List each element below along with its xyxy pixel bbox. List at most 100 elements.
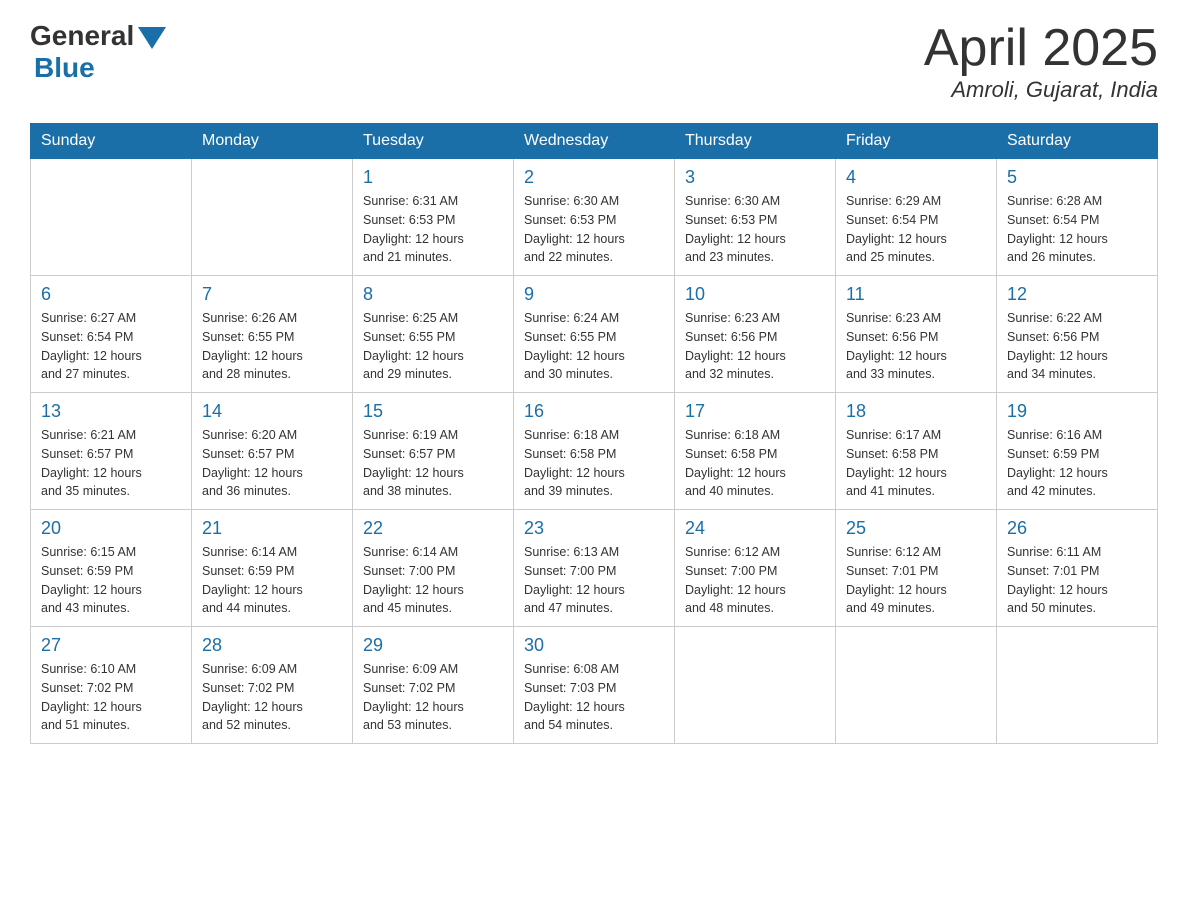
logo-blue-text: Blue: [34, 52, 95, 84]
day-number: 24: [685, 518, 825, 539]
calendar-cell: 16 Sunrise: 6:18 AMSunset: 6:58 PMDayligh…: [514, 393, 675, 510]
calendar-cell: [31, 159, 192, 276]
title-section: April 2025 Amroli, Gujarat, India: [924, 20, 1158, 103]
week-row-2: 6Sunrise: 6:27 AMSunset: 6:54 PMDaylight…: [31, 276, 1158, 393]
calendar-cell: 9 Sunrise: 6:24 AMSunset: 6:55 PMDaylight…: [514, 276, 675, 393]
day-number: 30: [524, 635, 664, 656]
day-info: Sunrise: 6:25 AMSunset: 6:55 PMDaylight:…: [363, 309, 503, 384]
calendar-cell: 18 Sunrise: 6:17 AMSunset: 6:58 PMDayligh…: [836, 393, 997, 510]
day-info: Sunrise: 6:18 AMSunset: 6:58 PMDaylight:…: [524, 426, 664, 501]
day-number: 10: [685, 284, 825, 305]
page-header: General Blue April 2025 Amroli, Gujarat,…: [30, 20, 1158, 103]
calendar-cell: 6Sunrise: 6:27 AMSunset: 6:54 PMDaylight…: [31, 276, 192, 393]
calendar-cell: [192, 159, 353, 276]
calendar-cell: [675, 627, 836, 744]
day-info: Sunrise: 6:28 AMSunset: 6:54 PMDaylight:…: [1007, 192, 1147, 267]
day-header-sunday: Sunday: [31, 124, 192, 159]
day-number: 12: [1007, 284, 1147, 305]
calendar-cell: 27 Sunrise: 6:10 AMSunset: 7:02 PMDayligh…: [31, 627, 192, 744]
calendar-cell: 14 Sunrise: 6:20 AMSunset: 6:57 PMDayligh…: [192, 393, 353, 510]
day-info: Sunrise: 6:24 AMSunset: 6:55 PMDaylight:…: [524, 309, 664, 384]
day-info: Sunrise: 6:12 AMSunset: 7:01 PMDaylight:…: [846, 543, 986, 618]
day-number: 3: [685, 167, 825, 188]
day-header-wednesday: Wednesday: [514, 124, 675, 159]
day-info: Sunrise: 6:20 AMSunset: 6:57 PMDaylight:…: [202, 426, 342, 501]
day-info: Sunrise: 6:19 AMSunset: 6:57 PMDaylight:…: [363, 426, 503, 501]
day-info: Sunrise: 6:15 AMSunset: 6:59 PMDaylight:…: [41, 543, 181, 618]
week-row-5: 27 Sunrise: 6:10 AMSunset: 7:02 PMDayligh…: [31, 627, 1158, 744]
day-info: Sunrise: 6:30 AMSunset: 6:53 PMDaylight:…: [685, 192, 825, 267]
calendar-cell: 20 Sunrise: 6:15 AMSunset: 6:59 PMDayligh…: [31, 510, 192, 627]
calendar-cell: 21 Sunrise: 6:14 AMSunset: 6:59 PMDayligh…: [192, 510, 353, 627]
day-number: 22: [363, 518, 503, 539]
calendar-cell: 1Sunrise: 6:31 AMSunset: 6:53 PMDaylight…: [353, 159, 514, 276]
calendar-cell: 24 Sunrise: 6:12 AMSunset: 7:00 PMDayligh…: [675, 510, 836, 627]
calendar-cell: 30 Sunrise: 6:08 AMSunset: 7:03 PMDayligh…: [514, 627, 675, 744]
day-number: 21: [202, 518, 342, 539]
day-info: Sunrise: 6:14 AMSunset: 6:59 PMDaylight:…: [202, 543, 342, 618]
day-info: Sunrise: 6:29 AMSunset: 6:54 PMDaylight:…: [846, 192, 986, 267]
calendar-cell: 4 Sunrise: 6:29 AMSunset: 6:54 PMDaylight…: [836, 159, 997, 276]
week-row-3: 13Sunrise: 6:21 AMSunset: 6:57 PMDayligh…: [31, 393, 1158, 510]
calendar-cell: 29Sunrise: 6:09 AMSunset: 7:02 PMDayligh…: [353, 627, 514, 744]
day-number: 23: [524, 518, 664, 539]
day-info: Sunrise: 6:09 AMSunset: 7:02 PMDaylight:…: [202, 660, 342, 735]
day-number: 19: [1007, 401, 1147, 422]
logo-triangle-icon: [138, 27, 166, 49]
calendar-header-row: SundayMondayTuesdayWednesdayThursdayFrid…: [31, 124, 1158, 159]
calendar-cell: 25Sunrise: 6:12 AMSunset: 7:01 PMDayligh…: [836, 510, 997, 627]
day-number: 20: [41, 518, 181, 539]
day-number: 15: [363, 401, 503, 422]
calendar-cell: 7Sunrise: 6:26 AMSunset: 6:55 PMDaylight…: [192, 276, 353, 393]
day-number: 28: [202, 635, 342, 656]
day-info: Sunrise: 6:12 AMSunset: 7:00 PMDaylight:…: [685, 543, 825, 618]
calendar-cell: 17 Sunrise: 6:18 AMSunset: 6:58 PMDayligh…: [675, 393, 836, 510]
day-info: Sunrise: 6:10 AMSunset: 7:02 PMDaylight:…: [41, 660, 181, 735]
calendar-cell: 19Sunrise: 6:16 AMSunset: 6:59 PMDayligh…: [997, 393, 1158, 510]
day-number: 17: [685, 401, 825, 422]
calendar-cell: 15 Sunrise: 6:19 AMSunset: 6:57 PMDayligh…: [353, 393, 514, 510]
day-number: 2: [524, 167, 664, 188]
location: Amroli, Gujarat, India: [924, 77, 1158, 103]
day-number: 4: [846, 167, 986, 188]
day-number: 14: [202, 401, 342, 422]
day-info: Sunrise: 6:22 AMSunset: 6:56 PMDaylight:…: [1007, 309, 1147, 384]
day-number: 7: [202, 284, 342, 305]
day-info: Sunrise: 6:21 AMSunset: 6:57 PMDaylight:…: [41, 426, 181, 501]
calendar-cell: 28 Sunrise: 6:09 AMSunset: 7:02 PMDayligh…: [192, 627, 353, 744]
calendar-cell: 8 Sunrise: 6:25 AMSunset: 6:55 PMDaylight…: [353, 276, 514, 393]
month-title: April 2025: [924, 20, 1158, 77]
day-info: Sunrise: 6:23 AMSunset: 6:56 PMDaylight:…: [685, 309, 825, 384]
week-row-1: 1Sunrise: 6:31 AMSunset: 6:53 PMDaylight…: [31, 159, 1158, 276]
day-number: 8: [363, 284, 503, 305]
day-number: 16: [524, 401, 664, 422]
day-info: Sunrise: 6:17 AMSunset: 6:58 PMDaylight:…: [846, 426, 986, 501]
calendar-cell: 5 Sunrise: 6:28 AMSunset: 6:54 PMDaylight…: [997, 159, 1158, 276]
calendar-cell: 13Sunrise: 6:21 AMSunset: 6:57 PMDayligh…: [31, 393, 192, 510]
calendar-cell: 3 Sunrise: 6:30 AMSunset: 6:53 PMDaylight…: [675, 159, 836, 276]
day-info: Sunrise: 6:09 AMSunset: 7:02 PMDaylight:…: [363, 660, 503, 735]
calendar-cell: 22 Sunrise: 6:14 AMSunset: 7:00 PMDayligh…: [353, 510, 514, 627]
day-info: Sunrise: 6:18 AMSunset: 6:58 PMDaylight:…: [685, 426, 825, 501]
day-info: Sunrise: 6:23 AMSunset: 6:56 PMDaylight:…: [846, 309, 986, 384]
logo-general-text: General: [30, 20, 134, 52]
day-number: 5: [1007, 167, 1147, 188]
calendar-cell: 10 Sunrise: 6:23 AMSunset: 6:56 PMDayligh…: [675, 276, 836, 393]
calendar-cell: 23 Sunrise: 6:13 AMSunset: 7:00 PMDayligh…: [514, 510, 675, 627]
logo: General Blue: [30, 20, 166, 84]
day-info: Sunrise: 6:14 AMSunset: 7:00 PMDaylight:…: [363, 543, 503, 618]
day-info: Sunrise: 6:13 AMSunset: 7:00 PMDaylight:…: [524, 543, 664, 618]
calendar-cell: 11 Sunrise: 6:23 AMSunset: 6:56 PMDayligh…: [836, 276, 997, 393]
week-row-4: 20 Sunrise: 6:15 AMSunset: 6:59 PMDayligh…: [31, 510, 1158, 627]
day-info: Sunrise: 6:27 AMSunset: 6:54 PMDaylight:…: [41, 309, 181, 384]
day-number: 11: [846, 284, 986, 305]
calendar-cell: 12 Sunrise: 6:22 AMSunset: 6:56 PMDayligh…: [997, 276, 1158, 393]
calendar-cell: 26Sunrise: 6:11 AMSunset: 7:01 PMDayligh…: [997, 510, 1158, 627]
day-header-saturday: Saturday: [997, 124, 1158, 159]
day-number: 18: [846, 401, 986, 422]
day-info: Sunrise: 6:08 AMSunset: 7:03 PMDaylight:…: [524, 660, 664, 735]
day-number: 9: [524, 284, 664, 305]
calendar-cell: 2Sunrise: 6:30 AMSunset: 6:53 PMDaylight…: [514, 159, 675, 276]
day-number: 27: [41, 635, 181, 656]
day-header-friday: Friday: [836, 124, 997, 159]
